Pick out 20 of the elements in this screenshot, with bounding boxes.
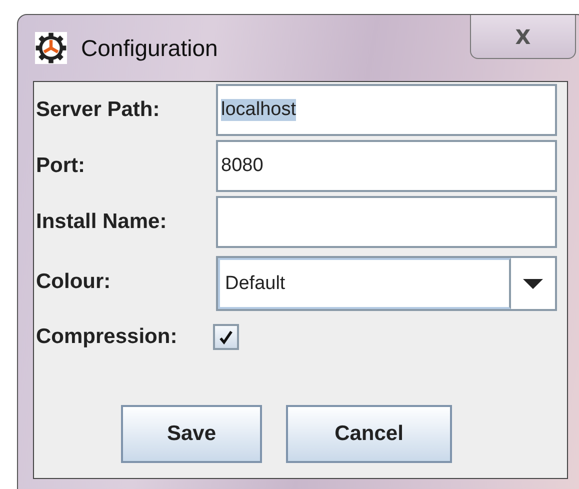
text-field[interactable] bbox=[216, 196, 557, 248]
field-label: Port: bbox=[36, 154, 86, 178]
close-button[interactable]: X bbox=[470, 15, 576, 59]
window-title: Configuration bbox=[81, 34, 218, 62]
checkbox[interactable] bbox=[213, 324, 239, 350]
field-label: Compression: bbox=[36, 325, 178, 349]
text-field[interactable]: localhost bbox=[216, 84, 557, 136]
dropdown-arrow-icon bbox=[523, 278, 543, 288]
cancel-button[interactable]: Cancel bbox=[286, 405, 452, 463]
field-value: 8080 bbox=[221, 155, 264, 177]
checkmark-icon bbox=[218, 329, 234, 345]
save-button[interactable]: Save bbox=[121, 405, 262, 463]
gear-icon bbox=[35, 32, 67, 64]
field-label: Colour: bbox=[36, 270, 112, 294]
text-field[interactable]: 8080 bbox=[216, 140, 557, 192]
field-label: Server Path: bbox=[36, 98, 161, 122]
colour-dropdown[interactable]: Default bbox=[216, 256, 557, 311]
dropdown-value: Default bbox=[218, 258, 511, 309]
field-value: localhost bbox=[221, 99, 296, 121]
field-label: Install Name: bbox=[36, 210, 168, 234]
